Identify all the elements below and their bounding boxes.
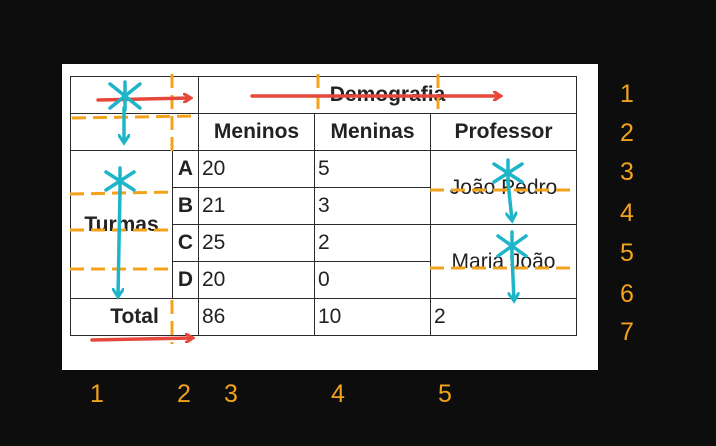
arrow-right-icon: [90, 338, 192, 340]
asterisk-icon: [496, 230, 528, 260]
dashed-guides: [69, 74, 576, 344]
dashed-line: [71, 114, 197, 120]
asterisk-icon: [108, 80, 142, 112]
annotation-overlay: [69, 74, 576, 344]
arrow-down-icon: [118, 188, 120, 296]
arrow-right-icon: [96, 98, 190, 100]
arrow-down-icon: [508, 180, 512, 220]
arrow-down-icon: [512, 254, 514, 300]
red-arrows: [90, 96, 500, 340]
